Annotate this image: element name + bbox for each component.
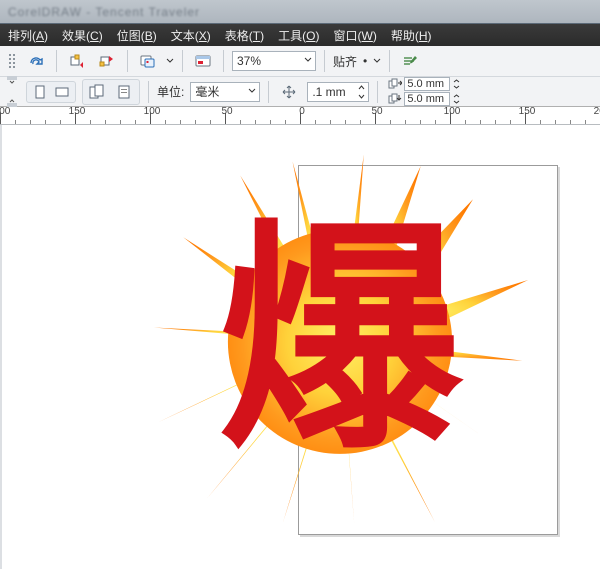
- vertical-ruler-edge: [0, 125, 2, 569]
- separator: [182, 50, 183, 72]
- units-label: 单位:: [157, 83, 184, 100]
- units-select[interactable]: 毫米: [190, 82, 260, 102]
- app-launch-button[interactable]: [136, 50, 160, 72]
- separator: [389, 50, 390, 72]
- dup-x-input[interactable]: 5.0 mm: [404, 77, 450, 91]
- nudge-distance-input[interactable]: .1 mm: [307, 82, 369, 102]
- export-button[interactable]: [95, 50, 119, 72]
- ruler-label: 100: [440, 107, 464, 117]
- separator: [223, 50, 224, 72]
- redo-button[interactable]: [24, 50, 48, 72]
- menu-window[interactable]: 窗口(W): [334, 27, 377, 44]
- all-pages-button[interactable]: [86, 81, 110, 103]
- separator: [127, 50, 128, 72]
- dup-y-icon: [388, 93, 402, 105]
- spinner-icon[interactable]: [452, 78, 461, 90]
- canvas-area[interactable]: 爆: [0, 125, 600, 569]
- menu-effects[interactable]: 效果(C): [62, 27, 103, 44]
- ruler-label: 150: [65, 107, 89, 117]
- menu-arrange[interactable]: 排列(A): [8, 27, 48, 44]
- title-bar: CorelDRAW - Tencent Traveler: [0, 0, 600, 24]
- dropdown-icon[interactable]: [166, 54, 174, 68]
- zoom-level-select[interactable]: 37%: [232, 51, 316, 71]
- separator: [268, 81, 269, 103]
- separator: [56, 50, 57, 72]
- current-page-button[interactable]: [112, 81, 136, 103]
- units-value: 毫米: [195, 83, 219, 100]
- options-button[interactable]: [398, 50, 422, 72]
- chevron-down-icon: [248, 87, 256, 95]
- ruler-label: 100: [140, 107, 164, 117]
- welcome-screen-button[interactable]: [191, 50, 215, 72]
- toolbar-row-1: 37% 贴齐 •: [0, 46, 600, 76]
- import-button[interactable]: [65, 50, 89, 72]
- menu-bitmap[interactable]: 位图(B): [117, 27, 157, 44]
- menu-help[interactable]: 帮助(H): [391, 27, 432, 44]
- ruler-label: 0: [290, 107, 314, 117]
- artwork-explosion-glyph[interactable]: 爆: [150, 147, 530, 527]
- ruler-label: 150: [515, 107, 539, 117]
- ruler-label: 200: [590, 107, 600, 117]
- landscape-button[interactable]: [52, 83, 72, 101]
- nudge-icon[interactable]: [277, 81, 301, 103]
- menu-tools[interactable]: 工具(O): [278, 27, 319, 44]
- spinner[interactable]: [356, 83, 367, 101]
- ruler-label: 50: [215, 107, 239, 117]
- page-orientation-group: [26, 81, 76, 103]
- toolbars: 37% 贴齐 •: [0, 46, 600, 107]
- chevron-down-icon: [304, 56, 312, 64]
- glyph-text: 爆: [218, 204, 464, 476]
- nudge-value: .1 mm: [312, 85, 345, 99]
- spinner-icon[interactable]: [452, 93, 461, 105]
- dup-y-input[interactable]: 5.0 mm: [404, 92, 450, 106]
- snap-dot-icon: •: [363, 54, 367, 68]
- snap-label: 贴齐: [333, 53, 357, 70]
- menu-bar: 排列(A) 效果(C) 位图(B) 文本(X) 表格(T) 工具(O) 窗口(W…: [0, 24, 600, 46]
- zoom-value: 37%: [237, 54, 261, 68]
- page-apply-group: [82, 79, 140, 105]
- separator: [377, 81, 378, 103]
- menu-table[interactable]: 表格(T): [225, 27, 264, 44]
- menu-text[interactable]: 文本(X): [171, 27, 211, 44]
- dup-x-icon: [388, 78, 402, 90]
- ruler-label: 50: [365, 107, 389, 117]
- window-title: CorelDRAW - Tencent Traveler: [8, 5, 200, 19]
- portrait-button[interactable]: [30, 83, 50, 101]
- ruler-label: 200: [0, 107, 14, 117]
- chevron-down-icon[interactable]: [373, 54, 381, 68]
- toolbar-row-2: 单位: 毫米 .1 mm 5.0 mm 5.0 mm: [0, 76, 600, 106]
- separator: [148, 81, 149, 103]
- separator: [324, 50, 325, 72]
- horizontal-ruler[interactable]: 200 150 100 50 0 50 100 150 200: [0, 107, 600, 125]
- dock-top-icon[interactable]: [6, 69, 18, 91]
- duplicate-distance-group: 5.0 mm 5.0 mm: [388, 77, 461, 106]
